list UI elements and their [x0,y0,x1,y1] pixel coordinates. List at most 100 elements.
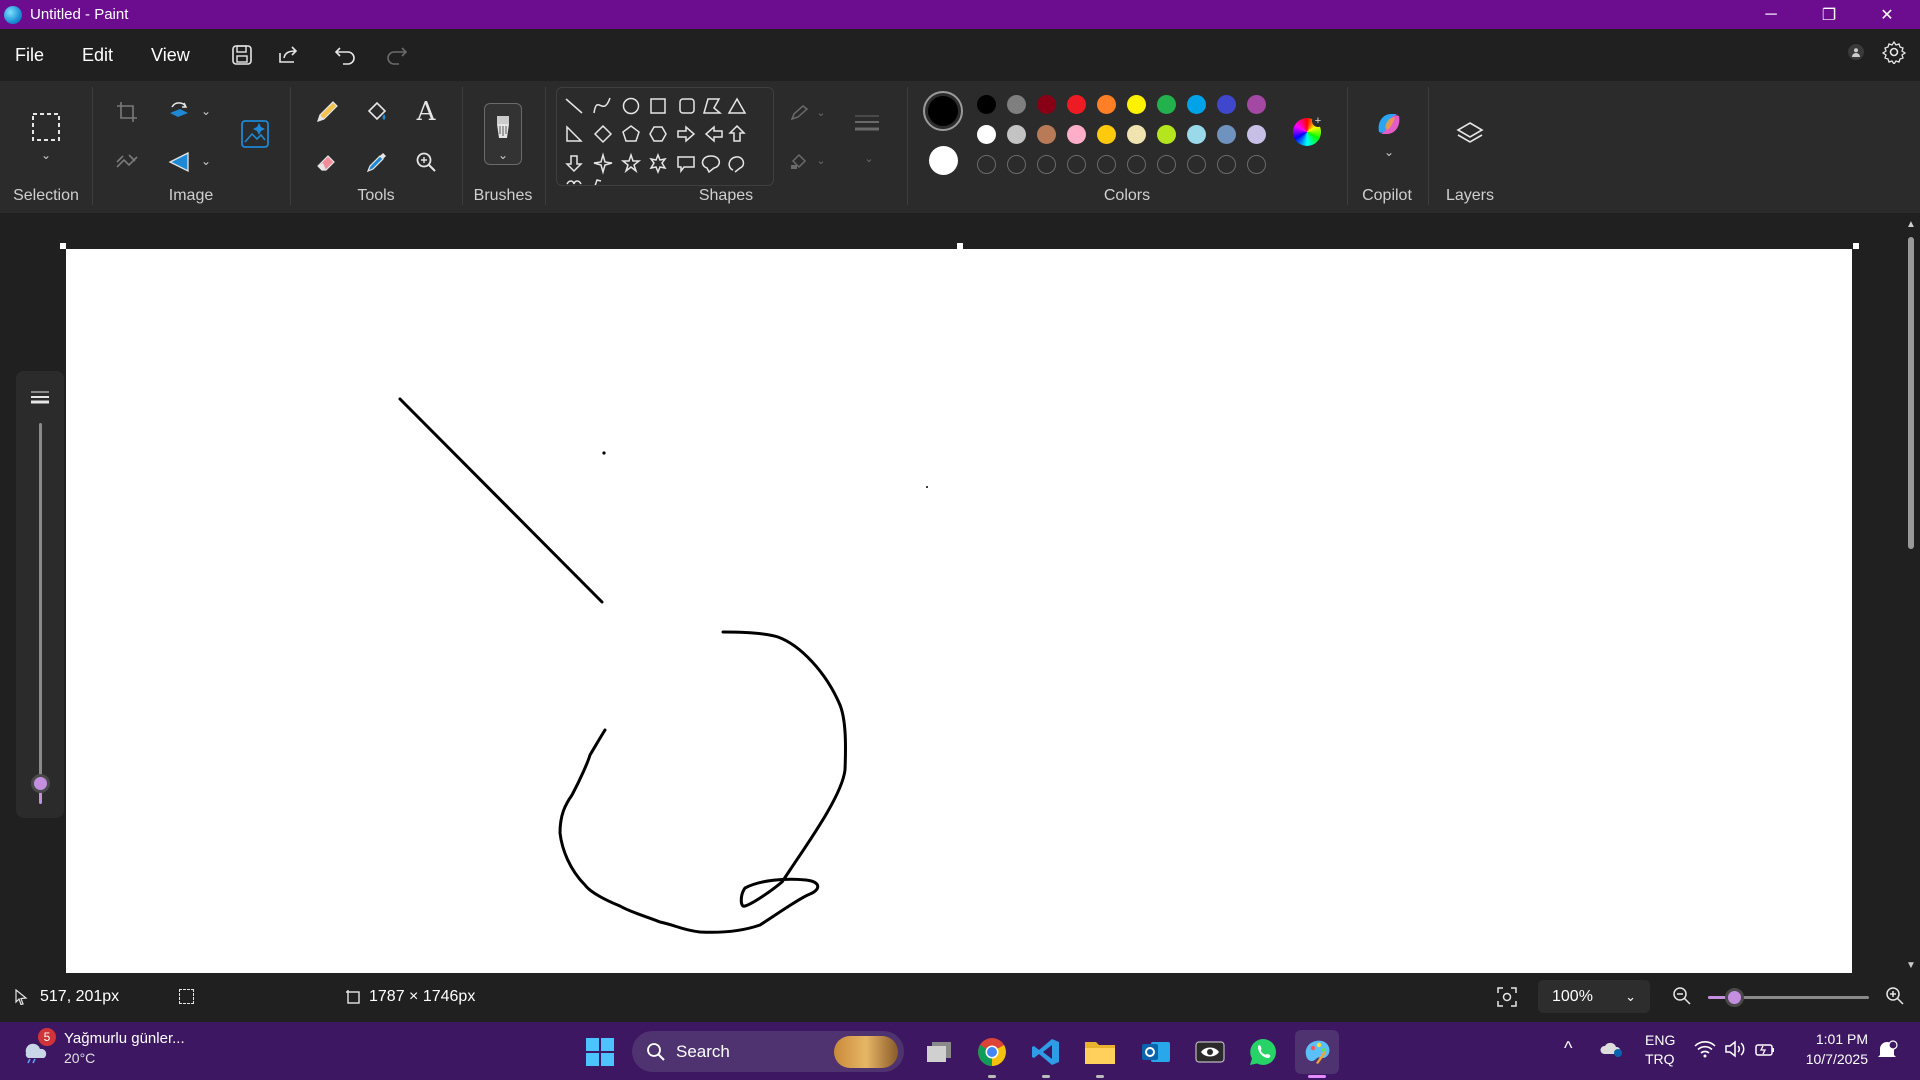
color-swatch[interactable] [1037,125,1056,144]
onedrive-icon[interactable] [1600,1040,1624,1063]
notification-bell-icon[interactable] [1876,1040,1898,1065]
copilot-icon[interactable] [1372,107,1406,141]
empty-color-slot[interactable] [1007,155,1026,174]
whatsapp-icon[interactable] [1241,1030,1285,1074]
screen-recorder-icon[interactable] [1188,1030,1232,1074]
fit-to-window-icon[interactable] [1496,986,1518,1013]
flip-icon[interactable] [164,147,194,177]
wifi-icon[interactable] [1694,1040,1716,1063]
tray-overflow-chevron-up-icon[interactable]: ^ [1564,1038,1572,1059]
brush-size-track[interactable] [39,423,42,778]
file-explorer-icon[interactable] [1078,1030,1122,1078]
save-icon[interactable] [222,35,262,75]
canvas-resize-handle[interactable] [1853,243,1859,249]
scroll-up-arrow-icon[interactable]: ▲ [1906,219,1916,230]
canvas-resize-handle[interactable] [957,243,963,249]
minimize-button[interactable]: ─ [1742,0,1800,29]
clock-date[interactable]: 10/7/2025 [1796,1051,1868,1067]
restore-button[interactable]: ❐ [1800,0,1858,29]
zoom-dropdown[interactable]: 100% ⌄ [1538,980,1650,1013]
color-swatch[interactable] [1187,95,1206,114]
color-swatch[interactable] [1127,125,1146,144]
edit-colors-icon[interactable]: + [1292,115,1324,147]
fill-bucket-icon[interactable] [361,96,393,128]
crop-icon[interactable] [114,99,140,125]
task-view-icon[interactable] [917,1030,961,1074]
line-size-icon[interactable] [852,111,882,135]
layers-icon[interactable] [1453,117,1487,151]
primary-color[interactable] [923,91,963,131]
windows-start-icon[interactable] [578,1030,622,1074]
menu-view[interactable]: View [137,45,204,66]
brushes-button[interactable]: ⌄ [484,103,522,165]
selection-rectangle-icon[interactable] [30,111,62,143]
color-swatch[interactable] [1247,95,1266,114]
color-swatch[interactable] [1157,95,1176,114]
color-swatch[interactable] [1247,125,1266,144]
image-generator-icon[interactable] [238,117,272,151]
empty-color-slot[interactable] [1157,155,1176,174]
vscode-icon[interactable] [1024,1030,1068,1078]
remove-background-icon[interactable] [114,149,140,175]
weather-title[interactable]: Yağmurlu günler... [64,1030,185,1047]
chrome-icon[interactable] [970,1030,1014,1078]
empty-color-slot[interactable] [1247,155,1266,174]
color-picker-icon[interactable] [361,146,393,178]
color-swatch[interactable] [1127,95,1146,114]
brush-size-thumb[interactable] [31,774,50,793]
zoom-slider-thumb[interactable] [1725,988,1744,1007]
zoom-out-icon[interactable] [1672,986,1692,1011]
color-swatch[interactable] [1067,125,1086,144]
empty-color-slot[interactable] [1097,155,1116,174]
paint-taskbar-icon[interactable] [1295,1030,1339,1078]
pencil-icon[interactable] [311,96,343,128]
eraser-icon[interactable] [311,146,343,178]
empty-color-slot[interactable] [1067,155,1086,174]
keyboard-layout[interactable]: TRQ [1645,1051,1675,1067]
color-swatch[interactable] [1217,95,1236,114]
close-button[interactable]: ✕ [1858,0,1916,29]
share-icon[interactable] [268,35,308,75]
menu-file[interactable]: File [1,45,58,66]
empty-color-slot[interactable] [977,155,996,174]
color-swatch[interactable] [1037,95,1056,114]
shape-outline-icon[interactable] [786,101,814,125]
selection-chevron-down-icon[interactable]: ⌄ [36,148,56,162]
shape-fill-icon[interactable] [786,149,814,173]
clock-time[interactable]: 1:01 PM [1802,1031,1868,1047]
scroll-down-arrow-icon[interactable]: ▼ [1906,960,1916,971]
canvas-resize-handle[interactable] [60,243,66,249]
text-tool-icon[interactable]: A [410,96,442,128]
color-swatch[interactable] [1067,95,1086,114]
settings-gear-icon[interactable] [1881,40,1907,69]
color-swatch[interactable] [1097,125,1116,144]
color-swatch[interactable] [977,125,996,144]
redo-icon[interactable] [376,35,416,75]
empty-color-slot[interactable] [1127,155,1146,174]
volume-icon[interactable] [1724,1040,1746,1063]
copilot-chevron-down-icon[interactable]: ⌄ [1381,145,1397,159]
menu-edit[interactable]: Edit [68,45,127,66]
flip-chevron-down-icon[interactable]: ⌄ [198,153,214,169]
outlook-icon[interactable] [1134,1030,1178,1074]
color-swatch[interactable] [1007,125,1026,144]
undo-icon[interactable] [326,35,366,75]
rotate-chevron-down-icon[interactable]: ⌄ [198,103,214,119]
color-swatch[interactable] [1217,125,1236,144]
battery-icon[interactable] [1754,1040,1776,1063]
color-swatch[interactable] [1157,125,1176,144]
language-code[interactable]: ENG [1645,1032,1675,1048]
empty-color-slot[interactable] [1187,155,1206,174]
color-swatch[interactable] [1097,95,1116,114]
color-swatch[interactable] [977,95,996,114]
outline-chevron-down-icon[interactable]: ⌄ [814,103,828,121]
size-chevron-down-icon[interactable]: ⌄ [862,149,876,167]
magnifier-icon[interactable] [410,146,442,178]
resize-rotate-icon[interactable] [164,97,194,127]
fill-chevron-down-icon[interactable]: ⌄ [814,151,828,169]
secondary-color[interactable] [929,146,958,175]
color-swatch[interactable] [1007,95,1026,114]
empty-color-slot[interactable] [1037,155,1056,174]
account-icon[interactable] [1848,44,1864,60]
color-swatch[interactable] [1187,125,1206,144]
